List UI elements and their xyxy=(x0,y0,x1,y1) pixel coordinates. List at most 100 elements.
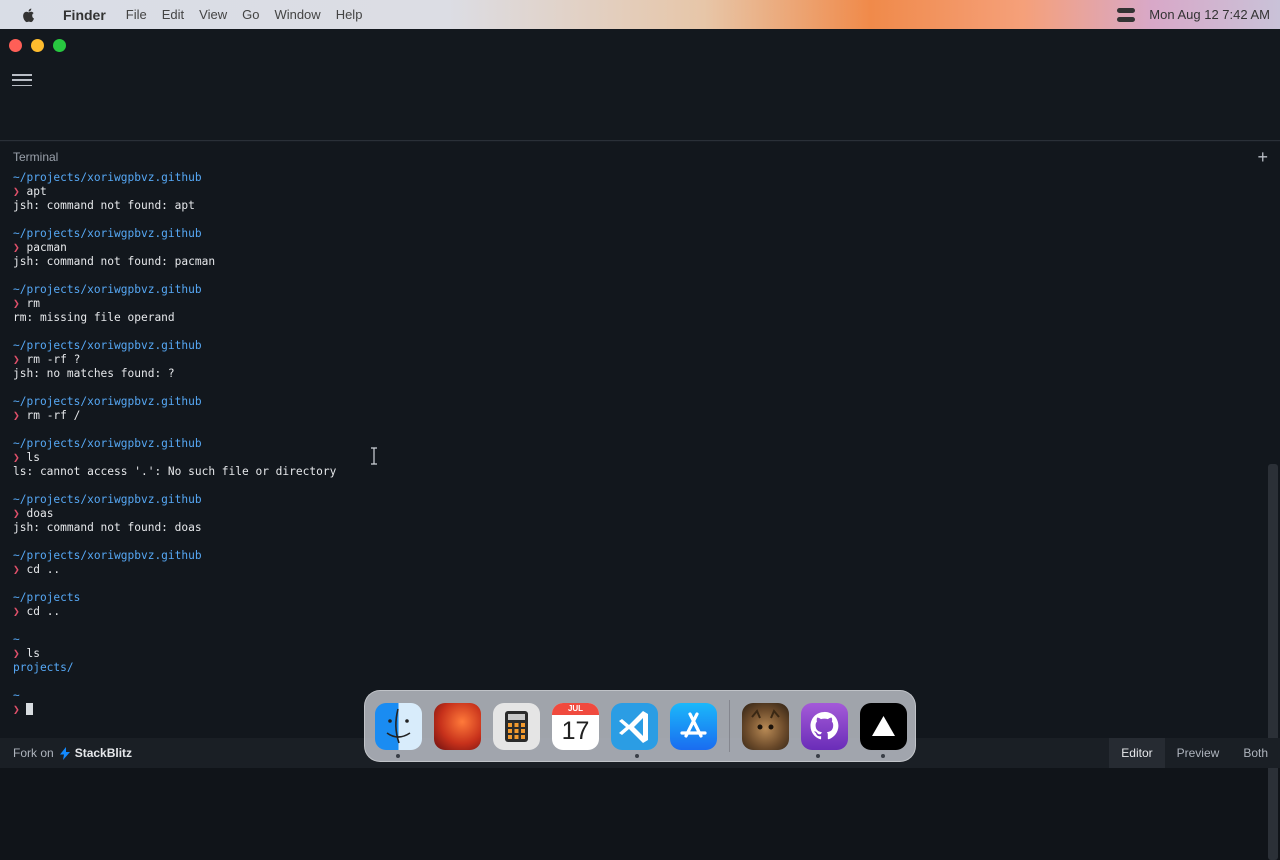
calendar-day: 17 xyxy=(561,716,590,745)
cwd-path: ~/projects/xoriwgpbvz.github xyxy=(13,171,202,184)
prompt-icon: ❯ xyxy=(13,409,27,422)
terminal-command-line: ❯ doas xyxy=(13,507,1253,521)
prompt-icon: ❯ xyxy=(13,647,27,660)
terminal-output-line: jsh: command not found: doas xyxy=(13,521,202,534)
terminal-output-line: jsh: command not found: pacman xyxy=(13,255,216,268)
command-text: ls xyxy=(26,647,40,660)
terminal-output-line: projects/ xyxy=(13,661,1253,675)
prompt-icon: ❯ xyxy=(13,703,27,716)
terminal-output-line: jsh: command not found: apt xyxy=(13,199,195,212)
app-store-icon[interactable] xyxy=(670,702,717,750)
apple-icon[interactable] xyxy=(21,7,37,23)
prompt-icon: ❯ xyxy=(13,605,27,618)
app-name[interactable]: Finder xyxy=(63,7,106,23)
menu-view[interactable]: View xyxy=(199,7,227,22)
terminal-command-line: ❯ pacman xyxy=(13,241,1253,255)
terminal-path-line: ~/projects/xoriwgpbvz.github xyxy=(13,549,1253,563)
menu-go[interactable]: Go xyxy=(242,7,259,22)
terminal-output-line: rm: missing file operand xyxy=(13,311,175,324)
prompt-icon: ❯ xyxy=(13,241,27,254)
command-text: apt xyxy=(26,185,47,198)
dock-separator xyxy=(729,700,730,752)
tab-preview[interactable]: Preview xyxy=(1165,738,1232,768)
vscode-icon[interactable] xyxy=(611,702,658,750)
macos-wallpaper-icon[interactable] xyxy=(434,702,481,750)
control-center-icon[interactable] xyxy=(1117,7,1136,22)
terminal-command-line: ❯ rm xyxy=(13,297,1253,311)
menu-help[interactable]: Help xyxy=(336,7,363,22)
terminal-path-line: ~/projects/xoriwgpbvz.github xyxy=(13,171,1253,185)
command-text: rm xyxy=(26,297,40,310)
vercel-running-indicator xyxy=(881,754,885,758)
prompt-icon: ❯ xyxy=(13,297,27,310)
terminal-command-line: ❯ rm -rf / xyxy=(13,409,1253,423)
menu-window[interactable]: Window xyxy=(274,7,320,22)
terminal-path-line: ~/projects/xoriwgpbvz.github xyxy=(13,395,1253,409)
terminal-cursor xyxy=(26,703,34,715)
terminal-path-line: ~ xyxy=(13,633,1253,647)
calculator-icon[interactable] xyxy=(493,702,540,750)
menubar: Finder File Edit View Go Window Help Mon… xyxy=(0,0,1280,29)
command-text: rm -rf / xyxy=(26,409,81,422)
terminal-title: Terminal xyxy=(13,150,59,164)
cwd-path: ~/projects/xoriwgpbvz.github xyxy=(13,493,202,506)
cwd-path: ~ xyxy=(13,633,20,646)
directory-entry: projects/ xyxy=(13,661,74,674)
github-icon[interactable] xyxy=(801,702,848,750)
command-text: doas xyxy=(26,507,54,520)
fork-on-stackblitz-link[interactable]: Fork on StackBlitz xyxy=(13,746,132,760)
tab-editor[interactable]: Editor xyxy=(1109,738,1165,768)
calendar-month: JUL xyxy=(552,702,599,715)
menu-icon[interactable] xyxy=(12,74,32,86)
cat-photo-icon[interactable] xyxy=(742,702,789,750)
calendar-icon[interactable]: JUL 17 xyxy=(552,702,599,750)
vercel-icon[interactable] xyxy=(860,702,907,750)
terminal-path-line: ~/projects/xoriwgpbvz.github xyxy=(13,339,1253,353)
new-terminal-button[interactable]: + xyxy=(1257,148,1268,166)
terminal-path-line: ~/projects xyxy=(13,591,1253,605)
prompt-icon: ❯ xyxy=(13,353,27,366)
menubar-clock[interactable]: Mon Aug 12 7:42 AM xyxy=(1149,7,1270,22)
cwd-path: ~/projects/xoriwgpbvz.github xyxy=(13,549,202,562)
terminal-path-line: ~/projects/xoriwgpbvz.github xyxy=(13,227,1253,241)
command-text: ls xyxy=(26,451,40,464)
minimize-button[interactable] xyxy=(31,38,44,52)
terminal-command-line: ❯ rm -rf ? xyxy=(13,353,1253,367)
text-cursor-icon xyxy=(371,447,377,465)
terminal-command-line: ❯ ls xyxy=(13,451,1253,465)
cwd-path: ~ xyxy=(13,689,20,702)
terminal-command-line: ❯ apt xyxy=(13,185,1253,199)
stackblitz-brand: StackBlitz xyxy=(74,746,133,760)
terminal-command-line: ❯ cd .. xyxy=(13,563,1253,577)
github-running-indicator xyxy=(816,754,820,758)
terminal-output[interactable]: ~/projects/xoriwgpbvz.github ❯ apt jsh: co… xyxy=(13,171,1253,717)
prompt-icon: ❯ xyxy=(13,563,27,576)
terminal-scrollbar[interactable] xyxy=(1268,464,1278,860)
command-text: cd .. xyxy=(26,605,61,618)
tab-both[interactable]: Both xyxy=(1231,738,1280,768)
view-tabs: Editor Preview Both xyxy=(1109,738,1280,768)
window-titlebar xyxy=(0,29,1280,61)
terminal-path-line: ~/projects/xoriwgpbvz.github xyxy=(13,283,1253,297)
terminal-output-line: ls: cannot access '.': No such file or d… xyxy=(13,465,337,478)
menu-edit[interactable]: Edit xyxy=(162,7,184,22)
terminal-header: Terminal + xyxy=(0,142,1280,172)
zoom-button[interactable] xyxy=(53,38,66,52)
finder-running-indicator xyxy=(396,754,400,758)
menu-file[interactable]: File xyxy=(126,7,147,22)
command-text: pacman xyxy=(26,241,67,254)
app-window: Terminal + ~/projects/xoriwgpbvz.github ❯… xyxy=(0,29,1280,860)
close-button[interactable] xyxy=(9,38,22,52)
command-text: rm -rf ? xyxy=(26,353,81,366)
cwd-path: ~/projects/xoriwgpbvz.github xyxy=(13,339,202,352)
finder-icon[interactable] xyxy=(375,702,422,750)
